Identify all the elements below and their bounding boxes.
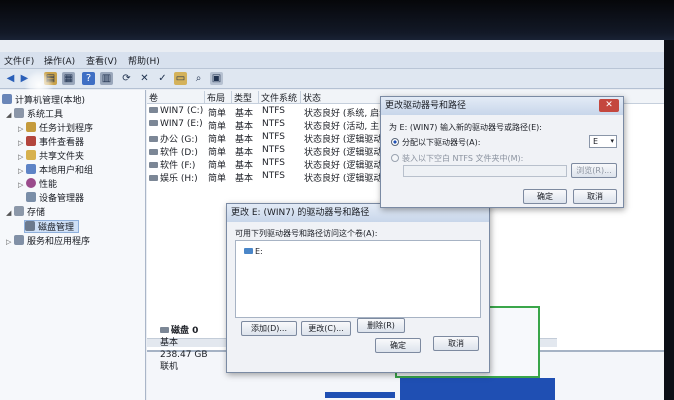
event-log-icon [26,136,36,146]
disk-management-icon [25,221,35,231]
drive-icon [244,248,253,254]
clock-icon [26,122,36,132]
back-icon[interactable]: ◀ [4,72,17,85]
cancel-button[interactable]: 取消 [573,189,617,204]
column-header-status[interactable]: 状态 [301,91,381,104]
disk-icon [160,327,169,333]
tools-icon [14,108,24,118]
expand-arrow-icon[interactable]: ▷ [18,151,26,164]
volume-icon [149,107,158,113]
users-icon [26,164,36,174]
collapse-arrow-icon[interactable]: ◢ [6,207,14,220]
browse-button[interactable]: 浏览(R)... [571,163,617,178]
remove-button[interactable]: 删除(R) [357,318,405,333]
close-icon[interactable]: ✕ [599,99,619,112]
assign-letter-option[interactable]: 分配以下驱动器号(A): [391,137,480,148]
search-icon[interactable]: ⌕ [192,72,205,85]
navigation-tree: 计算机管理(本地) ◢ 系统工具 ▷ 任务计划程序 ▷ 事件查看器 ▷ 共享文件夹 ▷ 本… [0,90,146,400]
tree-item-shared-folders[interactable]: ▷ 共享文件夹 [18,150,84,163]
drive-letter-select[interactable]: E ▾ [589,135,617,148]
dialog-prompt: 可用下列驱动器号和路径访问这个卷(A): [235,229,378,238]
volume-icon [149,162,158,168]
computer-icon [2,94,12,104]
tree-item-services[interactable]: ▷ 服务和应用程序 [6,235,90,248]
path-list[interactable]: E: [235,240,481,318]
column-header-volume[interactable]: 卷 [147,91,205,104]
column-header-type[interactable]: 类型 [232,91,259,104]
tree-item-performance[interactable]: ▷ 性能 [18,178,57,191]
menu-bar: 文件(F) 操作(A) 查看(V) 帮助(H) [0,52,664,69]
open-folder-icon[interactable]: ▭ [174,72,187,85]
expand-arrow-icon[interactable]: ▷ [18,137,26,150]
cancel-button[interactable]: 取消 [433,336,479,351]
tree-item-event-viewer[interactable]: ▷ 事件查看器 [18,136,84,149]
toolbar: ◀ ▶ ▤ ▦ ? ▥ ⟳ ✕ ✓ ▭ ⌕ ▣ [0,69,664,89]
partition-bar[interactable] [325,392,395,398]
tree-item-system-tools[interactable]: ◢ 系统工具 [6,108,63,121]
screen: 文件(F) 操作(A) 查看(V) 帮助(H) ◀ ▶ ▤ ▦ ? ▥ ⟳ ✕ … [0,0,674,400]
storage-icon [14,206,24,216]
ok-button[interactable]: 确定 [523,189,567,204]
expand-arrow-icon[interactable]: ▷ [6,236,14,249]
assign-drive-letter-dialog: 更改驱动器号和路径 ✕ 为 E: (WIN7) 输入新的驱动器号或路径(E): … [380,96,624,208]
menu-view[interactable]: 查看(V) [86,54,117,67]
disk-state: 联机 [160,362,179,372]
tree-item-device-manager[interactable]: 设备管理器 [26,192,84,205]
partition-bar[interactable] [400,378,555,400]
dialog-prompt: 为 E: (WIN7) 输入新的驱动器号或路径(E): [389,123,542,132]
ok-button[interactable]: 确定 [375,338,421,353]
expand-arrow-icon[interactable]: ▷ [18,123,26,136]
disk-size: 238.47 GB [160,350,208,360]
screen-glare [24,70,54,100]
volume-icon [149,175,158,181]
disk-type: 基本 [160,338,179,348]
folder-path-input[interactable] [403,165,567,177]
volume-icon [149,149,158,155]
tree-item-local-users[interactable]: ▷ 本地用户和组 [18,164,93,177]
collapse-arrow-icon[interactable]: ◢ [6,109,14,122]
menu-action[interactable]: 操作(A) [44,54,75,67]
change-button[interactable]: 更改(C)... [301,321,351,336]
disk-name: 磁盘 0 [160,325,208,337]
properties-icon[interactable]: ▣ [210,72,223,85]
change-drive-letter-dialog: 更改 E: (WIN7) 的驱动器号和路径 可用下列驱动器号和路径访问这个卷(A… [226,203,490,373]
refresh-icon[interactable]: ⟳ [120,72,133,85]
radio-selected-icon[interactable] [391,138,399,146]
device-manager-icon [26,192,36,202]
shared-folder-icon [26,150,36,160]
dialog-title: 更改驱动器号和路径 [381,97,623,115]
console-tree-icon[interactable]: ▦ [62,72,75,85]
tree-item-storage[interactable]: ◢ 存储 [6,206,45,219]
menu-file[interactable]: 文件(F) [4,54,34,67]
services-icon [14,235,24,245]
path-list-item[interactable]: E: [244,247,263,256]
menu-help[interactable]: 帮助(H) [128,54,160,67]
mount-folder-option[interactable]: 装入以下空白 NTFS 文件夹中(M): [391,153,523,164]
help-icon[interactable]: ? [82,72,95,85]
radio-unselected-icon[interactable] [391,154,399,162]
column-header-layout[interactable]: 布局 [205,91,232,104]
chevron-down-icon: ▾ [610,137,614,145]
tree-item-disk-management[interactable]: 磁盘管理 [24,220,80,233]
performance-icon [26,178,36,188]
expand-arrow-icon[interactable]: ▷ [18,179,26,192]
delete-icon[interactable]: ✕ [138,72,151,85]
expand-arrow-icon[interactable]: ▷ [18,165,26,178]
add-button[interactable]: 添加(D)... [241,321,297,336]
show-hide-icon[interactable]: ▥ [100,72,113,85]
volume-icon [149,120,158,126]
disk-info: 磁盘 0 基本 238.47 GB 联机 [160,325,208,373]
checkmark-icon[interactable]: ✓ [156,72,169,85]
volume-icon [149,136,158,142]
column-header-filesystem[interactable]: 文件系统 [259,91,301,104]
tree-item-task-scheduler[interactable]: ▷ 任务计划程序 [18,122,93,135]
